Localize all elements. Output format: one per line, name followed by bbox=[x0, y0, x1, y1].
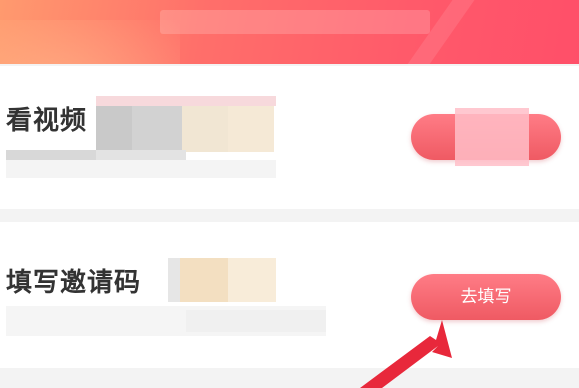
button-label-obscured bbox=[455, 108, 529, 166]
obscured-reward-detail bbox=[6, 150, 276, 178]
header-title-obscured bbox=[160, 10, 430, 34]
pointer-arrow-icon bbox=[360, 320, 452, 388]
obscured-reward-info bbox=[96, 96, 276, 152]
fill-invite-code-button-label: 去填写 bbox=[460, 287, 512, 307]
fill-invite-code-button[interactable]: 去填写 bbox=[411, 274, 561, 320]
page-header bbox=[0, 0, 579, 64]
task-label: 看视频 bbox=[6, 106, 88, 136]
obscured-reward-detail bbox=[6, 306, 326, 336]
task-card-watch-video: 看视频 bbox=[0, 66, 579, 209]
task-card-invite-code: 填写邀请码 去填写 bbox=[0, 222, 579, 368]
task-label: 填写邀请码 bbox=[6, 268, 142, 298]
header-decoration bbox=[0, 20, 180, 64]
obscured-reward-info bbox=[168, 258, 278, 302]
watch-video-button[interactable] bbox=[411, 108, 561, 166]
